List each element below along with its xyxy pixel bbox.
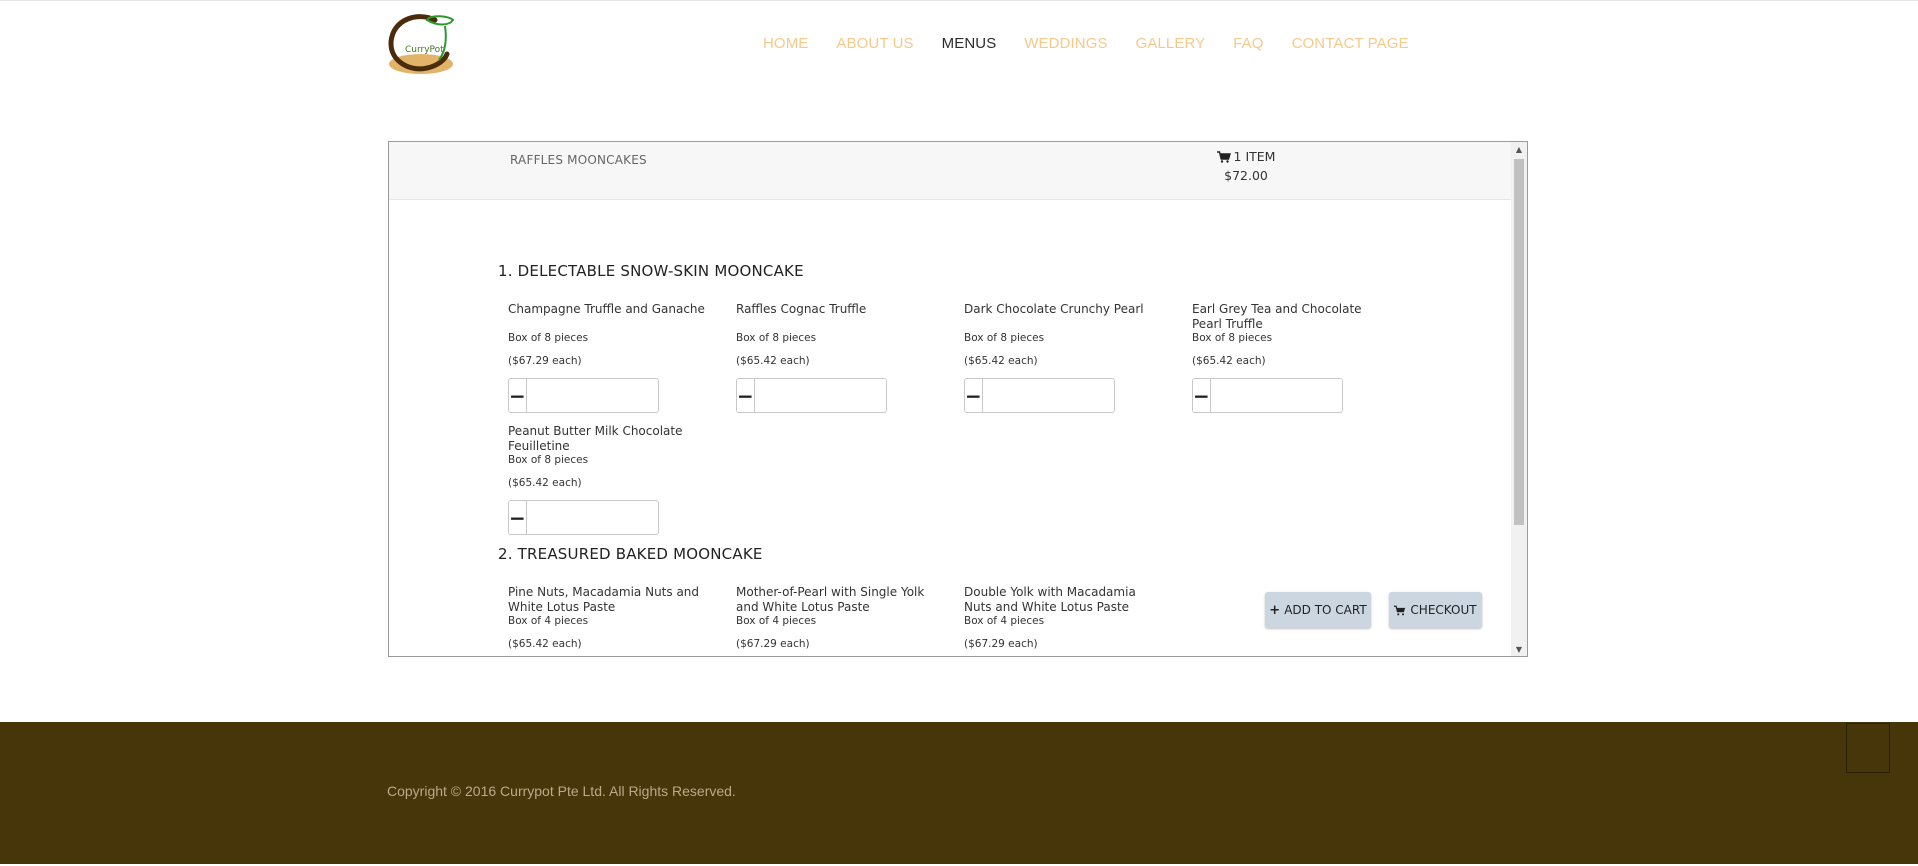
cart-total: $72.00 bbox=[1224, 168, 1268, 183]
product-card: Dark Chocolate Crunchy Pearl Box of 8 pi… bbox=[964, 302, 1164, 368]
product-name: Champagne Truffle and Ganache bbox=[508, 302, 705, 316]
decrease-quantity-button[interactable]: − bbox=[965, 379, 983, 412]
nav-weddings[interactable]: WEDDINGS bbox=[1024, 35, 1107, 52]
cart-icon bbox=[1394, 605, 1406, 615]
product-name: Earl Grey Tea and Chocolate Pearl Truffl… bbox=[1192, 302, 1362, 331]
product-price: ($65.42 each) bbox=[508, 477, 582, 489]
nav-about-us[interactable]: ABOUT US bbox=[836, 35, 913, 52]
back-to-top-button[interactable] bbox=[1846, 723, 1890, 773]
decrease-quantity-button[interactable]: − bbox=[737, 379, 755, 412]
nav-contact-page[interactable]: CONTACT PAGE bbox=[1292, 35, 1409, 52]
widget-scrollbar[interactable]: ▲ ▼ bbox=[1511, 142, 1527, 656]
decrease-quantity-button[interactable]: − bbox=[509, 501, 527, 534]
product-name: Dark Chocolate Crunchy Pearl bbox=[964, 302, 1144, 316]
quantity-input[interactable] bbox=[1210, 379, 1342, 412]
product-box-size: Box of 4 pieces bbox=[736, 615, 817, 627]
product-price: ($65.42 each) bbox=[736, 355, 810, 367]
product-price: ($67.29 each) bbox=[508, 355, 582, 367]
product-card: Mother-of-Pearl with Single Yolk and Whi… bbox=[736, 585, 936, 651]
quantity-input[interactable] bbox=[982, 379, 1114, 412]
cart-count: 1 ITEM bbox=[1233, 149, 1276, 164]
product-price: ($67.29 each) bbox=[736, 638, 810, 650]
product-card: Champagne Truffle and Ganache Box of 8 p… bbox=[508, 302, 708, 368]
currypot-logo[interactable]: CurryPot bbox=[387, 12, 469, 78]
store-name: RAFFLES MOONCAKES bbox=[510, 153, 647, 167]
shop-header: RAFFLES MOONCAKES 1 ITEM $72.00 bbox=[389, 142, 1511, 200]
quantity-stepper: − + bbox=[736, 378, 887, 413]
product-box-size: Box of 8 pieces bbox=[736, 332, 817, 344]
quantity-stepper: − + bbox=[1192, 378, 1343, 413]
product-price: ($65.42 each) bbox=[1192, 355, 1266, 367]
nav-home[interactable]: HOME bbox=[763, 35, 808, 52]
product-name: Raffles Cognac Truffle bbox=[736, 302, 867, 316]
nav-gallery[interactable]: GALLERY bbox=[1136, 35, 1206, 52]
scroll-up-arrow-icon[interactable]: ▲ bbox=[1511, 142, 1527, 156]
logo-text: CurryPot bbox=[405, 45, 444, 55]
decrease-quantity-button[interactable]: − bbox=[509, 379, 527, 412]
product-box-size: Box of 8 pieces bbox=[508, 454, 589, 466]
product-price: ($67.29 each) bbox=[964, 638, 1038, 650]
cart-summary[interactable]: 1 ITEM $72.00 bbox=[1211, 149, 1281, 183]
shop-widget: RAFFLES MOONCAKES 1 ITEM $72.00 1. DELEC… bbox=[388, 141, 1528, 657]
add-to-cart-label: ADD TO CART bbox=[1284, 603, 1367, 617]
product-price: ($65.42 each) bbox=[964, 355, 1038, 367]
copyright-text: Copyright © 2016 Currypot Pte Ltd. All R… bbox=[387, 783, 736, 799]
product-card: Double Yolk with Macadamia Nuts and Whit… bbox=[964, 585, 1164, 651]
section-title-snow-skin: 1. DELECTABLE SNOW-SKIN MOONCAKE bbox=[498, 262, 804, 280]
cart-icon bbox=[1216, 150, 1231, 163]
checkout-button[interactable]: CHECKOUT bbox=[1389, 592, 1482, 628]
section-title-baked: 2. TREASURED BAKED MOONCAKE bbox=[498, 545, 763, 563]
top-border bbox=[0, 0, 1918, 1]
quantity-stepper: − + bbox=[508, 378, 659, 413]
decrease-quantity-button[interactable]: − bbox=[1193, 379, 1211, 412]
product-price: ($65.42 each) bbox=[508, 638, 582, 650]
quantity-input[interactable] bbox=[526, 379, 658, 412]
product-box-size: Box of 8 pieces bbox=[1192, 332, 1273, 344]
scroll-down-arrow-icon[interactable]: ▼ bbox=[1511, 642, 1527, 656]
product-card: Peanut Butter Milk Chocolate Feuilletine… bbox=[508, 424, 708, 490]
plus-icon: + bbox=[1269, 602, 1281, 618]
checkout-label: CHECKOUT bbox=[1410, 603, 1477, 617]
nav-faq[interactable]: FAQ bbox=[1233, 35, 1263, 52]
site-footer: Copyright © 2016 Currypot Pte Ltd. All R… bbox=[0, 722, 1918, 864]
product-card: Raffles Cognac Truffle Box of 8 pieces (… bbox=[736, 302, 936, 368]
product-box-size: Box of 8 pieces bbox=[508, 332, 589, 344]
quantity-stepper: − + bbox=[508, 500, 659, 535]
scrollbar-thumb[interactable] bbox=[1514, 159, 1524, 525]
nav-menus[interactable]: MENUS bbox=[942, 35, 997, 52]
product-name: Double Yolk with Macadamia Nuts and Whit… bbox=[964, 585, 1136, 614]
product-card: Earl Grey Tea and Chocolate Pearl Truffl… bbox=[1192, 302, 1392, 368]
quantity-input[interactable] bbox=[526, 501, 658, 534]
product-box-size: Box of 4 pieces bbox=[508, 615, 589, 627]
quantity-input[interactable] bbox=[754, 379, 886, 412]
product-box-size: Box of 4 pieces bbox=[964, 615, 1045, 627]
quantity-stepper: − + bbox=[964, 378, 1115, 413]
add-to-cart-button[interactable]: + ADD TO CART bbox=[1265, 592, 1371, 628]
main-nav: HOME ABOUT US MENUS WEDDINGS GALLERY FAQ… bbox=[763, 33, 1437, 53]
product-name: Peanut Butter Milk Chocolate Feuilletine bbox=[508, 424, 683, 453]
product-card: Pine Nuts, Macadamia Nuts and White Lotu… bbox=[508, 585, 708, 651]
product-name: Mother-of-Pearl with Single Yolk and Whi… bbox=[736, 585, 925, 614]
product-box-size: Box of 8 pieces bbox=[964, 332, 1045, 344]
product-name: Pine Nuts, Macadamia Nuts and White Lotu… bbox=[508, 585, 700, 614]
